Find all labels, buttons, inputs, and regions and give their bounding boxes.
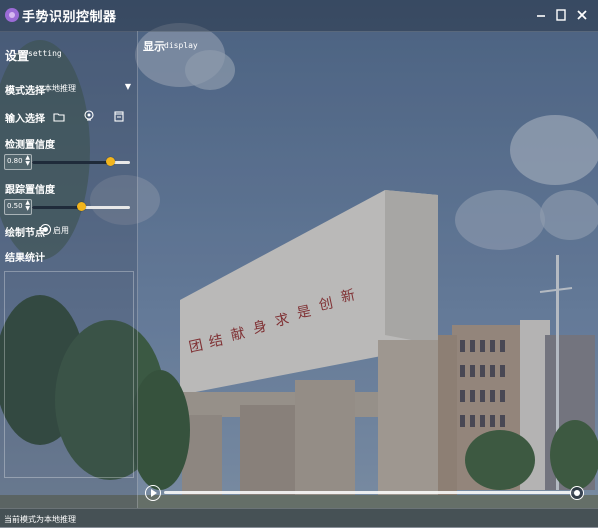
display-title: 显示: [143, 40, 165, 53]
mode-label: 模式选择: [5, 86, 45, 97]
spin-arrows-icon: ▲ ▼: [25, 199, 30, 212]
play-button[interactable]: [145, 485, 161, 501]
radio-dot: [43, 227, 48, 232]
settings-subtitle: setting: [28, 49, 62, 58]
mode-select-value: 本地推理: [44, 84, 76, 93]
mode-select[interactable]: 本地推理 ▼: [44, 82, 134, 96]
display-area: [138, 31, 598, 508]
slider-handle[interactable]: [106, 157, 115, 166]
input-label: 输入选择: [5, 114, 45, 125]
det-conf-label: 检测置信度: [5, 140, 55, 151]
close-icon: [577, 10, 587, 20]
progress-track: [164, 491, 576, 494]
draw-nodes-label: 绘制节点: [5, 228, 45, 239]
det-conf-slider[interactable]: [32, 157, 130, 167]
maximize-icon: [556, 9, 566, 21]
track-conf-value: 0.50: [7, 202, 23, 210]
slider-fill: [32, 161, 110, 164]
slider-fill: [32, 206, 81, 209]
spin-arrows-icon: ▲ ▼: [25, 154, 30, 167]
stats-box: [4, 271, 134, 478]
progress-handle[interactable]: [570, 486, 584, 500]
det-conf-spinbox[interactable]: 0.80 ▲ ▼: [4, 154, 32, 170]
track-conf-slider[interactable]: [32, 202, 130, 212]
track-conf-label: 跟踪置信度: [5, 185, 55, 196]
window-title: 手势识别控制器: [22, 10, 117, 25]
folder-icon[interactable]: [52, 110, 66, 124]
chevron-down-icon: ▼: [124, 82, 131, 91]
draw-nodes-radio[interactable]: [40, 224, 51, 235]
draw-nodes-option: 启用: [53, 226, 69, 235]
minimize-button[interactable]: [530, 4, 552, 26]
camera-icon[interactable]: [82, 109, 96, 123]
track-conf-spinbox[interactable]: 0.50 ▲ ▼: [4, 199, 32, 215]
minimize-icon: [537, 15, 545, 17]
stats-label: 结果统计: [5, 253, 45, 264]
status-bar: 当前模式为本地推理: [0, 508, 598, 528]
file-icon[interactable]: [112, 109, 126, 123]
settings-title: 设置: [5, 49, 30, 63]
status-text: 当前模式为本地推理: [4, 515, 76, 524]
close-button[interactable]: [571, 4, 593, 26]
maximize-button[interactable]: [550, 4, 572, 26]
det-conf-value: 0.80: [7, 157, 23, 165]
app-logo-icon: [5, 8, 19, 22]
slider-handle[interactable]: [77, 202, 86, 211]
display-subtitle: display: [164, 41, 198, 50]
playback-progress-slider[interactable]: [164, 486, 584, 500]
title-bar: 手势识别控制器: [0, 0, 598, 32]
